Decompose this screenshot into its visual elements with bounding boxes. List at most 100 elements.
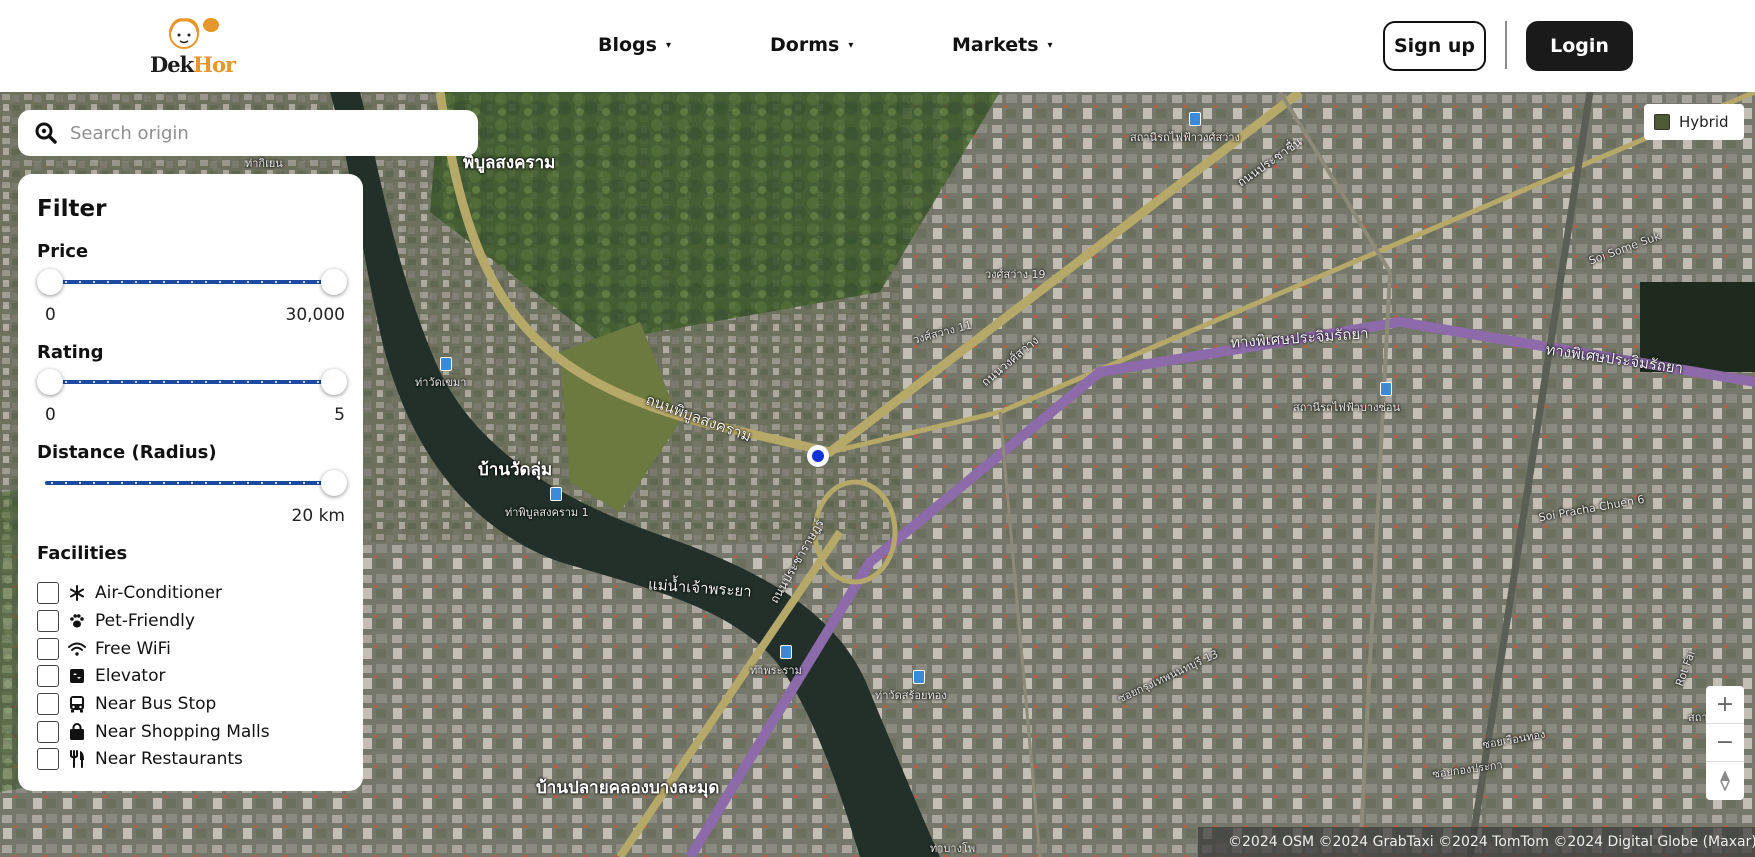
slider-tick <box>303 381 305 383</box>
slider-tick <box>247 482 249 484</box>
map-label-pier: ท่าวัดเขมา <box>415 376 467 389</box>
distance-value: 20 km <box>291 506 345 526</box>
zoom-in-button[interactable]: + <box>1706 686 1744 724</box>
chevron-down-icon: ▾ <box>665 40 671 51</box>
price-range-slider[interactable] <box>37 269 347 295</box>
distance-slider[interactable] <box>37 470 347 496</box>
search-location-icon <box>35 122 57 144</box>
facility-pet-friendly[interactable]: Pet-Friendly <box>37 609 195 633</box>
login-button[interactable]: Login <box>1526 21 1633 71</box>
slider-tick <box>219 482 221 484</box>
pier-icon[interactable] <box>550 487 562 501</box>
slider-tick <box>261 281 263 283</box>
distance-handle[interactable] <box>321 470 347 496</box>
slider-tick <box>275 482 277 484</box>
chevron-down-icon: ▾ <box>1047 40 1053 51</box>
paw-icon <box>67 611 87 631</box>
slider-tick <box>79 281 81 283</box>
slider-tick <box>219 381 221 383</box>
facility-air-conditioner[interactable]: Air-Conditioner <box>37 581 222 605</box>
map-label-station: สถานีรถไฟฟ้าวงศ์สว่าง <box>1130 131 1240 144</box>
price-min-handle[interactable] <box>37 269 63 295</box>
slider-tick <box>233 482 235 484</box>
slider-tick <box>51 482 53 484</box>
nav-markets-label: Markets <box>952 34 1039 56</box>
checkbox[interactable] <box>37 748 59 770</box>
slider-tick <box>93 281 95 283</box>
map-label-pier: ท่าบางโพ <box>930 842 976 855</box>
checkbox[interactable] <box>37 693 59 715</box>
checkbox[interactable] <box>37 721 59 743</box>
checkbox[interactable] <box>37 665 59 687</box>
slider-tick <box>247 381 249 383</box>
map-label-pier: ท่าวัดสร้อยทอง <box>875 689 947 702</box>
slider-tick <box>65 482 67 484</box>
slider-tick <box>149 281 151 283</box>
train-station-icon[interactable] <box>1380 382 1392 396</box>
facility-label: Near Bus Stop <box>95 694 217 714</box>
pier-icon[interactable] <box>913 670 925 684</box>
pier-icon[interactable] <box>440 357 452 371</box>
price-max-handle[interactable] <box>321 269 347 295</box>
map-label-pier: ท่ากิเยน <box>245 157 283 170</box>
slider-tick <box>163 281 165 283</box>
slider-tick <box>289 381 291 383</box>
train-station-icon[interactable] <box>1189 112 1201 126</box>
nav-dorms[interactable]: Dorms ▾ <box>770 34 853 56</box>
facility-label: Near Shopping Malls <box>95 722 270 742</box>
slider-tick <box>205 281 207 283</box>
slider-tick <box>261 482 263 484</box>
facility-near-bus-stop[interactable]: Near Bus Stop <box>37 692 216 716</box>
slider-tick <box>289 482 291 484</box>
filter-title: Filter <box>37 196 107 222</box>
rating-label: Rating <box>37 342 104 363</box>
slider-tick <box>163 381 165 383</box>
slider-tick <box>317 381 319 383</box>
facility-label: Near Restaurants <box>95 749 243 769</box>
facility-label: Elevator <box>95 666 166 686</box>
signup-button[interactable]: Sign up <box>1383 21 1486 71</box>
slider-tick <box>121 281 123 283</box>
slider-tick <box>149 381 151 383</box>
checkbox[interactable] <box>37 638 59 660</box>
layer-thumbnail-icon <box>1654 114 1670 130</box>
zoom-out-button[interactable]: − <box>1706 724 1744 762</box>
nav-markets[interactable]: Markets ▾ <box>952 34 1053 56</box>
slider-tick <box>135 381 137 383</box>
rating-min-handle[interactable] <box>37 369 63 395</box>
nav-blogs[interactable]: Blogs ▾ <box>598 34 671 56</box>
utensils-icon <box>67 749 87 769</box>
slider-tick <box>79 482 81 484</box>
slider-tick <box>135 482 137 484</box>
rating-max-handle[interactable] <box>321 369 347 395</box>
slider-tick <box>233 281 235 283</box>
facility-elevator[interactable]: Elevator <box>37 664 165 688</box>
map-attribution: ©2024 OSM ©2024 GrabTaxi ©2024 TomTom ©2… <box>1198 827 1755 857</box>
facility-free-wifi[interactable]: Free WiFi <box>37 637 171 661</box>
slider-tick <box>317 281 319 283</box>
facility-near-restaurants[interactable]: Near Restaurants <box>37 747 243 771</box>
map-layer-label: Hybrid <box>1679 113 1729 131</box>
map-label-pier: ท่าพิบูลสงคราม 1 <box>505 506 589 519</box>
facility-label: Pet-Friendly <box>95 611 195 631</box>
compass-icon <box>1720 771 1730 791</box>
map-label-station: สถานีรถไฟฟ้าบางซ่อน <box>1293 401 1401 414</box>
checkbox[interactable] <box>37 582 59 604</box>
slider-tick <box>205 381 207 383</box>
pier-icon[interactable] <box>780 645 792 659</box>
snowflake-icon <box>67 583 87 603</box>
rating-min-value: 0 <box>45 405 56 425</box>
slider-tick <box>275 281 277 283</box>
distance-label: Distance (Radius) <box>37 442 217 463</box>
rating-range-slider[interactable] <box>37 369 347 395</box>
search-origin-input[interactable] <box>70 122 450 144</box>
logo-text: DekHor <box>150 52 236 77</box>
slider-tick <box>93 482 95 484</box>
map-layer-toggle[interactable]: Hybrid <box>1644 104 1744 140</box>
compass-button[interactable] <box>1706 762 1744 800</box>
slider-tick <box>261 381 263 383</box>
dekhor-logo[interactable]: DekHor <box>150 14 236 80</box>
current-location-marker[interactable] <box>807 445 829 467</box>
facility-near-shopping-malls[interactable]: Near Shopping Malls <box>37 720 270 744</box>
checkbox[interactable] <box>37 610 59 632</box>
